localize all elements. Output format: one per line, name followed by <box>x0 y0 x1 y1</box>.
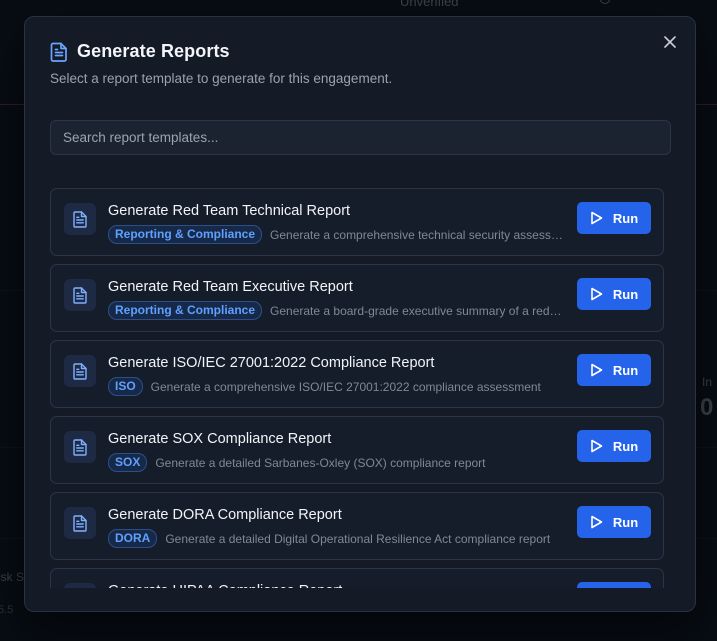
template-description: Generate a board-grade executive summary… <box>270 303 564 318</box>
dialog-header: Generate Reports Select a report templat… <box>50 41 670 86</box>
run-button[interactable]: Run <box>577 506 651 538</box>
play-icon <box>590 211 603 225</box>
template-meta: Reporting & Compliance Generate a compreh… <box>108 225 564 244</box>
category-badge: ISO <box>108 377 143 396</box>
category-badge: DORA <box>108 529 158 548</box>
template-title: Generate SOX Compliance Report <box>108 431 332 447</box>
generate-reports-dialog: Generate Reports Select a report templat… <box>24 16 696 612</box>
play-icon <box>590 363 603 377</box>
document-icon <box>64 431 96 463</box>
report-template-card[interactable]: Generate SOX Compliance Report SOX Generat… <box>50 416 664 484</box>
run-button[interactable]: Run <box>577 430 651 462</box>
template-description: Generate a comprehensive ISO/IEC 27001:2… <box>150 379 541 394</box>
template-title: Generate DORA Compliance Report <box>108 507 342 523</box>
template-title: Generate ISO/IEC 27001:2022 Compliance R… <box>108 355 435 371</box>
report-template-card[interactable]: Generate HIPAA Compliance ReportHIPAAGen… <box>50 568 664 588</box>
run-button[interactable]: Run <box>577 354 651 386</box>
document-icon <box>64 507 96 539</box>
dialog-title: Generate Reports <box>77 41 230 61</box>
category-badge: Reporting & Compliance <box>108 301 263 320</box>
run-button-label: Run <box>612 362 639 378</box>
search-input[interactable] <box>50 120 671 155</box>
play-icon <box>590 515 603 529</box>
close-button[interactable] <box>659 31 681 53</box>
run-button[interactable]: Run <box>577 582 651 588</box>
report-template-card[interactable]: Generate Red Team Technical Report Report… <box>50 188 664 256</box>
template-meta: SOX Generate a detailed Sarbanes-Oxley (S… <box>108 453 564 472</box>
template-description: Generate a detailed Digital Operational … <box>165 531 551 546</box>
report-template-card[interactable]: Generate Red Team Executive Report Report… <box>50 264 664 332</box>
template-meta: ISO Generate a comprehensive ISO/IEC 2700… <box>108 377 564 396</box>
template-title: Generate Red Team Executive Report <box>108 279 353 295</box>
report-template-card[interactable]: Generate DORA Compliance Report DORA Gener… <box>50 492 664 560</box>
document-icon <box>64 203 96 235</box>
document-icon <box>64 583 96 588</box>
template-meta: DORA Generate a detailed Digital Operatio… <box>108 529 564 548</box>
template-description: Generate a comprehensive technical secur… <box>270 227 564 242</box>
run-button[interactable]: Run <box>577 202 651 234</box>
template-description: Generate a detailed Sarbanes-Oxley (SOX)… <box>155 455 486 470</box>
category-badge: Reporting & Compliance <box>108 225 263 244</box>
run-button-label: Run <box>612 210 639 226</box>
template-list[interactable]: Generate Red Team Technical Report Report… <box>50 188 664 588</box>
run-button[interactable]: Run <box>577 278 651 310</box>
document-icon <box>50 42 68 62</box>
play-icon <box>590 439 603 453</box>
run-button-label: Run <box>612 438 639 454</box>
report-template-card[interactable]: Generate ISO/IEC 27001:2022 Compliance R… <box>50 340 664 408</box>
template-meta: Reporting & Compliance Generate a board-g… <box>108 301 564 320</box>
run-button-label: Run <box>612 514 639 530</box>
category-badge: SOX <box>108 453 148 472</box>
play-icon <box>590 287 603 301</box>
close-icon <box>664 36 676 48</box>
document-icon <box>64 355 96 387</box>
template-title: Generate HIPAA Compliance Report <box>108 583 342 588</box>
template-title: Generate Red Team Technical Report <box>108 203 351 219</box>
dialog-subtitle: Select a report template to generate for… <box>50 71 393 86</box>
run-button-label: Run <box>612 286 639 302</box>
document-icon <box>64 279 96 311</box>
